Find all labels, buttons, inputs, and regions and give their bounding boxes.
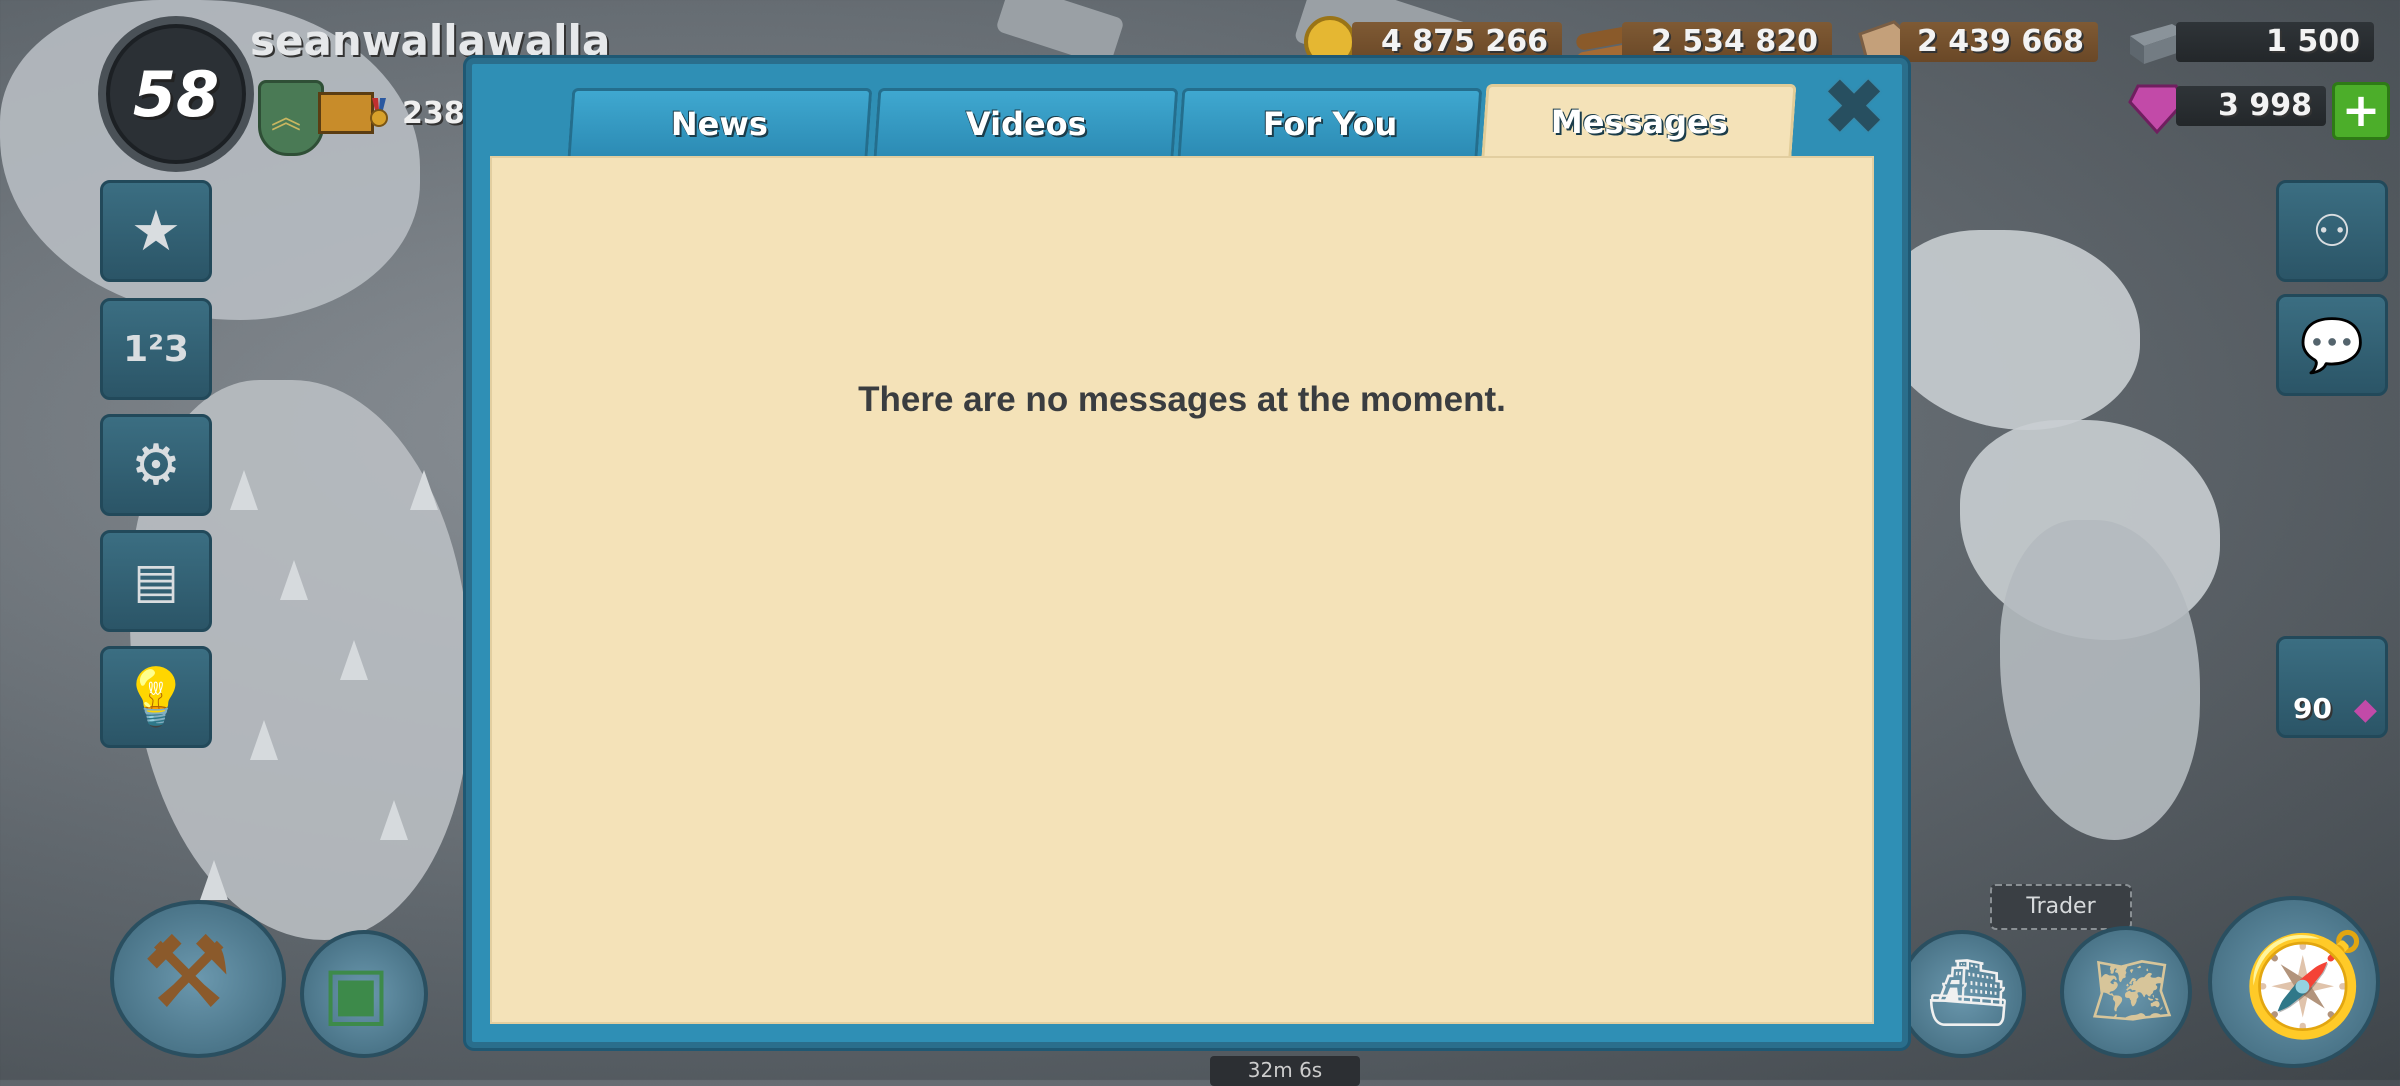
buy-diamonds-button[interactable]: + (2332, 82, 2390, 140)
pine-tree (250, 720, 278, 760)
tab-news[interactable]: News (567, 88, 873, 156)
map-button[interactable]: 🗺 (2060, 926, 2192, 1058)
map-icon: 🗺 (2090, 952, 2174, 1029)
pine-tree (410, 470, 438, 510)
settings-icon: ⚙ (130, 432, 182, 498)
gold-amount: 4 875 266 (1352, 22, 1562, 62)
tab-for-you[interactable]: For You (1177, 88, 1483, 156)
inventory-button[interactable]: ▣ (300, 930, 428, 1058)
tab-messages-label: Messages (1550, 102, 1728, 141)
newspaper-icon: ▤ (133, 553, 179, 609)
compass-button[interactable]: 🧭 (2208, 896, 2380, 1068)
gem-count: 90 (2293, 692, 2332, 725)
hammer-icon: ⚒ (142, 914, 232, 1031)
player-level-badge[interactable]: 58 (98, 16, 254, 172)
news-button[interactable]: ▤ (100, 530, 212, 632)
leaderboard-icon: 1²3 (123, 328, 189, 370)
gem-prototype-button[interactable]: 90 ◆ (2276, 636, 2388, 738)
build-button[interactable]: ⚒ (110, 900, 286, 1058)
crystal-icon: ◆ (2353, 692, 2377, 727)
empty-messages-text: There are no messages at the moment. (858, 380, 1506, 419)
settings-button[interactable]: ⚙ (100, 414, 212, 516)
stone-amount: 2 439 668 (1900, 22, 2098, 62)
boat-icon: ⛴ (1926, 954, 2010, 1031)
pine-tree (380, 800, 408, 840)
tab-videos-label: Videos (965, 104, 1087, 143)
rank-chevron-icon[interactable] (258, 80, 324, 156)
close-button[interactable]: ✖ (1818, 69, 1890, 147)
lightbulb-icon: 💡 (121, 665, 191, 730)
favorites-button[interactable]: ★ (100, 180, 212, 282)
tab-messages[interactable]: Messages (1481, 84, 1797, 156)
pine-tree (280, 560, 308, 600)
ice-floe (1880, 230, 2140, 430)
tab-for-you-label: For You (1262, 104, 1398, 143)
medal-icon (370, 98, 388, 127)
pine-tree (340, 640, 368, 680)
build-timer: 32m 6s (1210, 1056, 1360, 1086)
messages-panel: There are no messages at the moment. (490, 156, 1874, 1024)
player-level: 58 (132, 57, 220, 131)
task-force-icon: ⚇ (2312, 205, 2352, 257)
tips-button[interactable]: 💡 (100, 646, 212, 748)
star-icon: ★ (130, 198, 182, 264)
close-icon: ✖ (1821, 63, 1887, 153)
tab-videos[interactable]: Videos (873, 88, 1179, 156)
treasure-chest-icon: ▣ (322, 950, 391, 1034)
leaderboard-button[interactable]: 1²3 (100, 298, 212, 400)
chat-bubble-icon: 💬 (2299, 315, 2365, 376)
wood-amount: 2 534 820 (1622, 22, 1832, 62)
boat-button[interactable]: ⛴ (1898, 930, 2026, 1058)
pine-tree (230, 470, 258, 510)
chat-button[interactable]: 💬 (2276, 294, 2388, 396)
xp-bar (318, 92, 374, 134)
iron-amount: 1 500 (2176, 22, 2374, 62)
task-force-button[interactable]: ⚇ (2276, 180, 2388, 282)
trader-label: Trader (1990, 884, 2132, 930)
compass-icon: 🧭 (2242, 926, 2367, 1043)
pine-tree (200, 860, 228, 900)
tab-news-label: News (671, 104, 769, 143)
diamond-amount: 3 998 (2176, 86, 2326, 126)
medal-count: 238 (402, 96, 465, 131)
